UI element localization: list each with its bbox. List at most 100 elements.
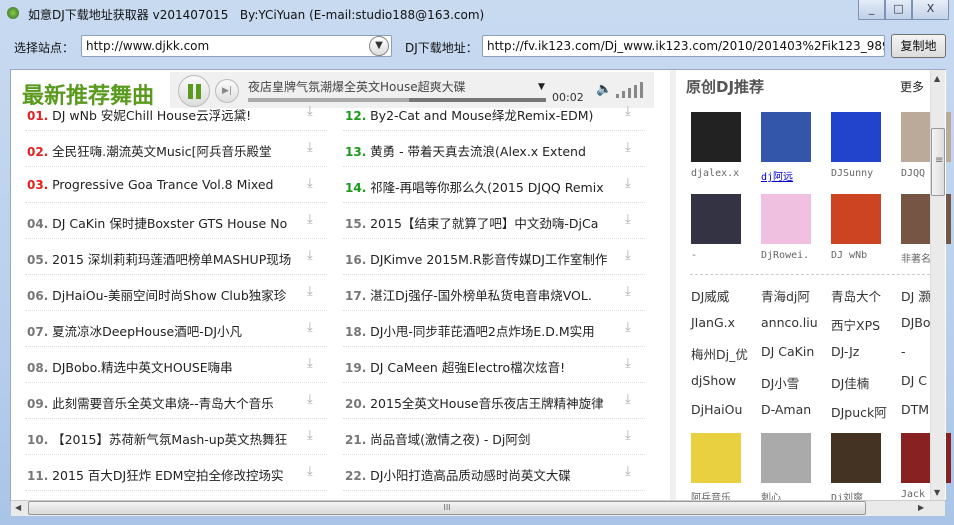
dj-avatar[interactable] xyxy=(691,433,741,483)
dj-avatar[interactable] xyxy=(691,194,741,244)
download-icon[interactable]: ⤓ xyxy=(625,392,631,407)
song-title[interactable]: By2-Cat and Mouse绎龙Remix-EDM) xyxy=(370,108,593,123)
download-icon[interactable]: ⤓ xyxy=(625,104,631,119)
song-row[interactable]: 09. 此刻需要音乐全英文串烧--青岛大个音乐 ⤓ xyxy=(25,383,327,419)
dj-link[interactable]: DJ佳楠 xyxy=(831,373,869,392)
song-row[interactable]: 14. 祁隆-再唱等你那么久(2015 DJQQ Remix ⤓ xyxy=(343,167,645,203)
dj-link[interactable]: 梅州Dj_优 xyxy=(691,344,748,363)
song-title[interactable]: DJBobo.精选中英文HOUSE嗨串 xyxy=(52,360,233,375)
maximize-button[interactable]: □ xyxy=(885,0,912,20)
dj-link[interactable]: 青岛大个 xyxy=(831,286,881,305)
song-title[interactable]: DJ CaKin 保时捷Boxster GTS House No xyxy=(52,216,287,231)
dj-avatar-name[interactable]: DJSunny xyxy=(831,168,873,179)
dj-avatar-name[interactable]: DJ wNb xyxy=(831,250,867,261)
song-row[interactable]: 04. DJ CaKin 保时捷Boxster GTS House No ⤓ xyxy=(25,203,327,239)
copy-button[interactable]: 复制地 xyxy=(891,34,946,58)
download-icon[interactable]: ⤓ xyxy=(625,464,631,479)
song-title[interactable]: DJKimve 2015M.R影音传媒DJ工作室制作 xyxy=(370,252,607,267)
dj-link[interactable]: D-Aman xyxy=(761,402,811,417)
download-icon[interactable]: ⤓ xyxy=(307,104,313,119)
song-title[interactable]: DjHaiOu-美丽空间时尚Show Club独家珍 xyxy=(52,288,286,303)
download-icon[interactable]: ⤓ xyxy=(625,248,631,263)
song-row[interactable]: 02. 全民狂嗨.潮流英文Music[阿兵音乐殿堂 ⤓ xyxy=(25,131,327,167)
song-title[interactable]: 尚品音域(激情之夜) - Dj阿剑 xyxy=(370,432,530,447)
scroll-right-icon[interactable]: ▶ xyxy=(918,503,924,512)
minimize-button[interactable]: _ xyxy=(858,0,885,20)
url-input[interactable]: http://fv.ik123.com/Dj_www.ik123.com/201… xyxy=(482,35,885,57)
song-row[interactable]: 11. 2015 百大DJ狂炸 EDM空拍全修改控场实 ⤓ xyxy=(25,455,327,491)
dj-avatar-name[interactable]: Jack xyxy=(901,489,925,500)
download-icon[interactable]: ⤓ xyxy=(307,356,313,371)
dj-link[interactable]: DJ CaKin xyxy=(761,344,814,359)
download-icon[interactable]: ⤓ xyxy=(307,212,313,227)
horizontal-scroll-thumb[interactable]: III xyxy=(28,501,866,515)
dj-avatar[interactable] xyxy=(761,112,811,162)
download-icon[interactable]: ⤓ xyxy=(307,392,313,407)
dj-link[interactable]: djShow xyxy=(691,373,736,388)
dj-link[interactable]: DJ小雪 xyxy=(761,373,799,392)
song-row[interactable]: 06. DjHaiOu-美丽空间时尚Show Club独家珍 ⤓ xyxy=(25,275,327,311)
dj-link[interactable]: DJBo xyxy=(901,315,931,330)
song-row[interactable]: 20. 2015全英文House音乐夜店王牌精神旋律 ⤓ xyxy=(343,383,645,419)
download-icon[interactable]: ⤓ xyxy=(625,176,631,191)
dj-link[interactable]: DJ C xyxy=(901,373,927,388)
dj-link[interactable]: DJ威威 xyxy=(691,286,729,305)
dj-link[interactable]: 西宁XPS xyxy=(831,315,880,334)
song-row[interactable]: 15. 2015【结束了就算了吧】中文劲嗨-DjCa ⤓ xyxy=(343,203,645,239)
song-title[interactable]: 2015 百大DJ狂炸 EDM空拍全修改控场实 xyxy=(52,468,283,483)
song-row[interactable]: 18. DJ小甩-同步菲芘酒吧2点炸场E.D.M实用 ⤓ xyxy=(343,311,645,347)
song-row[interactable]: 16. DJKimve 2015M.R影音传媒DJ工作室制作 ⤓ xyxy=(343,239,645,275)
download-icon[interactable]: ⤓ xyxy=(625,284,631,299)
scroll-down-icon[interactable]: ▼ xyxy=(934,488,940,497)
download-icon[interactable]: ⤓ xyxy=(625,356,631,371)
song-title[interactable]: DJ小甩-同步菲芘酒吧2点炸场E.D.M实用 xyxy=(370,324,595,339)
dj-avatar[interactable] xyxy=(831,194,881,244)
download-icon[interactable]: ⤓ xyxy=(307,140,313,155)
song-title[interactable]: DJ CaMeen 超強Electro檔次炫音! xyxy=(370,360,565,375)
song-row[interactable]: 22. DJ小阳打造高品质动感时尚英文大碟 ⤓ xyxy=(343,455,645,491)
download-icon[interactable]: ⤓ xyxy=(307,176,313,191)
dj-link[interactable]: annco.liu xyxy=(761,315,818,330)
vertical-scroll-thumb[interactable]: ≡ xyxy=(931,128,945,196)
close-button[interactable]: X xyxy=(912,0,949,20)
song-title[interactable]: 祁隆-再唱等你那么久(2015 DJQQ Remix xyxy=(370,180,604,195)
song-title[interactable]: 黄勇 - 带着天真去流浪(Alex.x Extend xyxy=(370,144,586,159)
dj-avatar[interactable] xyxy=(761,433,811,483)
dj-link[interactable]: 青海dj阿 xyxy=(761,286,810,305)
dj-avatar[interactable] xyxy=(831,112,881,162)
song-title[interactable]: 【2015】苏荷新气氛Mash-up英文热舞狂 xyxy=(52,432,287,447)
download-icon[interactable]: ⤓ xyxy=(307,464,313,479)
song-title[interactable]: 2015全英文House音乐夜店王牌精神旋律 xyxy=(370,396,604,411)
song-row[interactable]: 07. 夏流凉冰DeepHouse酒吧-DJ小凡 ⤓ xyxy=(25,311,327,347)
song-title[interactable]: 夏流凉冰DeepHouse酒吧-DJ小凡 xyxy=(52,324,242,339)
download-icon[interactable]: ⤓ xyxy=(307,428,313,443)
download-icon[interactable]: ⤓ xyxy=(307,320,313,335)
dj-link[interactable]: DjHaiOu xyxy=(691,402,742,417)
site-select[interactable]: http://www.djkk.com xyxy=(81,35,392,57)
download-icon[interactable]: ⤓ xyxy=(307,248,313,263)
dj-avatar-name[interactable]: 非著名 xyxy=(901,250,931,265)
song-title[interactable]: Progressive Goa Trance Vol.8 Mixed xyxy=(52,177,273,192)
dj-avatar-name[interactable]: DjRowei. xyxy=(761,250,809,261)
dj-avatar-name[interactable]: - xyxy=(691,250,697,261)
song-row[interactable]: 17. 湛江Dj强仔-国外榜单私货电音串烧VOL. ⤓ xyxy=(343,275,645,311)
download-icon[interactable]: ⤓ xyxy=(625,212,631,227)
song-title[interactable]: 此刻需要音乐全英文串烧--青岛大个音乐 xyxy=(52,396,274,411)
dj-avatar-name[interactable]: dj阿远 xyxy=(761,168,793,183)
song-title[interactable]: 2015 深圳莉莉玛莲酒吧榜单MASHUP现场 xyxy=(52,252,291,267)
song-row[interactable]: 21. 尚品音域(激情之夜) - Dj阿剑 ⤓ xyxy=(343,419,645,455)
song-title[interactable]: 湛江Dj强仔-国外榜单私货电音串烧VOL. xyxy=(370,288,592,303)
dj-link[interactable]: DJ-Jz xyxy=(831,344,859,359)
song-title[interactable]: 2015【结束了就算了吧】中文劲嗨-DjCa xyxy=(370,216,598,231)
dj-link[interactable]: DJ 灏 xyxy=(901,286,931,305)
more-link[interactable]: 更多 xyxy=(900,78,924,95)
download-icon[interactable]: ⤓ xyxy=(307,284,313,299)
dj-avatar[interactable] xyxy=(831,433,881,483)
dj-avatar[interactable] xyxy=(761,194,811,244)
song-row[interactable]: 19. DJ CaMeen 超強Electro檔次炫音! ⤓ xyxy=(343,347,645,383)
download-icon[interactable]: ⤓ xyxy=(625,320,631,335)
dj-link[interactable]: JIanG.x xyxy=(691,315,735,330)
song-title[interactable]: DJ小阳打造高品质动感时尚英文大碟 xyxy=(370,468,571,483)
chevron-down-icon[interactable]: ▼ xyxy=(369,36,389,56)
download-icon[interactable]: ⤓ xyxy=(625,140,631,155)
